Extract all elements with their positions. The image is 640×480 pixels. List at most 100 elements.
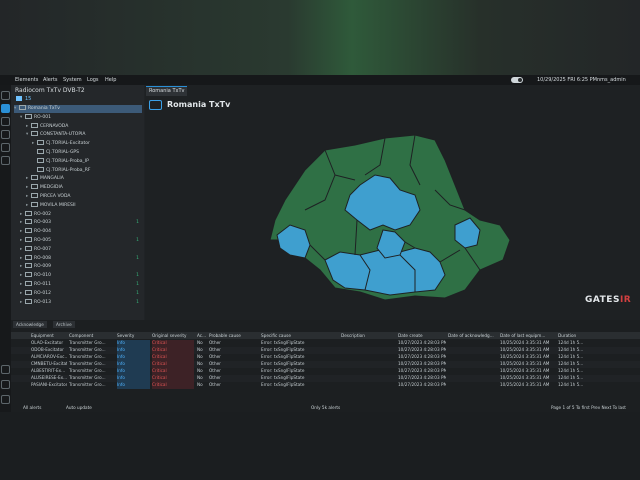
table-cell: PASIANI-Excitator [31, 382, 67, 387]
tree-item[interactable]: CJ.TORIAL-Proba_RF [32, 166, 142, 175]
column-header[interactable]: Date create [398, 332, 423, 339]
alerts-panel: Acknowledge Archive Equipment Component Se… [11, 320, 640, 412]
table-cell: Info [117, 382, 150, 389]
filter-icon[interactable] [1, 395, 10, 404]
home-icon[interactable] [1, 91, 10, 100]
menu-system[interactable]: System [63, 75, 82, 85]
table-row[interactable]: ALBESTIRIT-Ex... Transmitter Gro... Info Cr… [11, 368, 640, 375]
tree-item-alert-count: 1 [136, 290, 139, 296]
network-icon[interactable] [1, 130, 10, 139]
tree-item[interactable]: CJ.TORIAL-Proba_IP [32, 157, 142, 166]
tree-item[interactable]: ▸ RO-009 [20, 263, 142, 271]
table-cell: 10/27/2023 4:28:03 PM [398, 368, 446, 373]
column-header[interactable]: Ac... [197, 332, 206, 339]
table-row[interactable]: ALUSEIRESE-Ex... Transmitter Gro... Info Cr… [11, 375, 640, 382]
menu-help[interactable]: Help [105, 75, 116, 85]
tree-item[interactable]: ▾ Romania TxTv [14, 105, 142, 113]
tree-item[interactable]: ▸ CERNAVODA [26, 122, 142, 131]
tree-item[interactable]: ▸ RO-011 [20, 281, 142, 289]
menu-elements[interactable]: Elements [15, 75, 38, 85]
tree-item[interactable]: CJ.TORIAL-GPS [32, 149, 142, 157]
table-row[interactable]: OLAO-Excitator Transmitter Gro... Info Crit… [11, 340, 640, 347]
column-header[interactable]: Specific cause [261, 332, 291, 339]
column-header[interactable]: Component [69, 332, 93, 339]
column-header[interactable]: Probable cause [209, 332, 241, 339]
folder-icon [31, 184, 38, 190]
table-cell: Info [117, 375, 150, 382]
tree-item-label: PIRCEA VODA [40, 194, 71, 199]
tree-item[interactable]: ▸ MANGALIA [26, 175, 142, 183]
tree-item-label: RO-013 [34, 299, 52, 305]
folder-icon [25, 289, 32, 295]
column-header[interactable]: Date of last equipm... [500, 332, 545, 339]
acknowledge-button[interactable]: Acknowledge [13, 321, 47, 328]
tree-item-label: RO-008 [34, 255, 52, 261]
alerts-filter-select[interactable]: All alerts [23, 403, 41, 412]
table-cell: 124d 1h 5... [558, 354, 584, 359]
map-icon[interactable] [1, 117, 10, 126]
table-row[interactable]: ODOB-Excitator Transmitter Gro... Info Crit… [11, 347, 640, 354]
tree-item[interactable]: ▸ RO-007 [20, 245, 142, 254]
folder-icon [25, 237, 32, 242]
tree-item[interactable]: ▾ RO-001 [20, 113, 142, 122]
table-cell: No [197, 368, 203, 373]
table-cell: 124d 1h 5... [558, 382, 584, 387]
table-cell: Info [117, 368, 150, 375]
tree-item[interactable]: ▸ RO-004 [20, 228, 142, 236]
column-header[interactable]: Original severity [152, 332, 187, 339]
folder-icon [31, 122, 38, 128]
column-header[interactable]: Description [341, 332, 365, 339]
table-cell: Transmitter Gro... [69, 368, 106, 373]
column-header[interactable]: Severity [117, 332, 134, 339]
tree-item[interactable]: ▸ RO-008 [20, 254, 142, 263]
tree-item-label: CJ.TORIAL-Proba_RF [46, 167, 91, 173]
add-icon[interactable] [1, 143, 10, 152]
archive-button[interactable]: Archive [53, 321, 75, 328]
tree-title: Radiocom TxTv DVB-T2 [15, 87, 85, 94]
settings-icon[interactable] [1, 156, 10, 165]
auto-update-checkbox[interactable]: Auto update [66, 403, 92, 412]
tree-item-label: Romania TxTv [28, 106, 60, 111]
tree-item[interactable]: ▸ RO-013 [20, 298, 142, 307]
brand-logo: GATESIR [585, 295, 632, 305]
table-cell: 10/25/2024 3:35:31 AM [500, 347, 550, 352]
alerts-footer: All alerts Auto update Only 5k alerts Pa… [11, 403, 640, 412]
column-header[interactable]: Equipment [31, 332, 54, 339]
tree-item-label: CJ.TORIAL-Excitator [46, 141, 90, 147]
table-cell: Other [209, 347, 221, 352]
tree-item[interactable]: ▸ RO-005 [20, 237, 142, 245]
folder-icon [25, 228, 32, 234]
table-row[interactable]: PASIANI-Excitator Transmitter Gro... Info C… [11, 382, 640, 389]
tab-romania-txtv[interactable]: Romania TxTv [146, 86, 188, 96]
elements-icon[interactable] [1, 104, 10, 113]
column-header[interactable]: Duration [558, 332, 576, 339]
table-cell: Other [209, 354, 221, 359]
theme-toggle[interactable] [511, 77, 523, 83]
user-name[interactable]: nms_admin [597, 75, 626, 85]
tree-item[interactable]: ▸ RO-003 [20, 219, 142, 227]
table-cell: ALUSEIRESE-Ex... [31, 375, 67, 380]
tree-item[interactable]: ▸ MOVILA MIRESII [26, 201, 142, 210]
menu-alerts[interactable]: Alerts [43, 75, 58, 85]
bell-icon[interactable] [1, 365, 10, 374]
tree-item[interactable]: ▾ CONSTANTA-UTOPIA [26, 131, 142, 139]
monitor-icon [149, 100, 162, 110]
pagination[interactable]: Page 1 of 5 To first Prev Next To last [551, 403, 626, 412]
calendar-icon[interactable] [1, 380, 10, 389]
tree-item-alert-count: 1 [136, 255, 139, 261]
app-window: Elements Alerts System Logs Help 10/29/2… [0, 75, 640, 412]
folder-icon [25, 219, 32, 225]
table-cell: 10/27/2023 4:28:03 PM [398, 382, 446, 387]
tree-item[interactable]: ▸ CJ.TORIAL-Excitator [32, 140, 142, 148]
tree-item[interactable]: ▸ RO-012 [20, 289, 142, 298]
table-row[interactable]: CMNBETU-Excitat...Transmitter Gro... Info… [11, 361, 640, 368]
tree-item[interactable]: ▸ RO-010 [20, 272, 142, 280]
menu-logs[interactable]: Logs [87, 75, 99, 85]
tree-item[interactable]: ▸ MEDGIDIA [26, 184, 142, 192]
tree-item[interactable]: ▸ PIRCEA VODA [26, 193, 142, 201]
table-cell: ODOB-Excitator [31, 347, 64, 352]
table-cell: 10/25/2024 3:35:31 AM [500, 361, 550, 366]
tree-item[interactable]: ▸ RO-002 [20, 210, 142, 219]
column-header[interactable]: Date of acknowledg... [448, 332, 494, 339]
table-row[interactable]: ALMCIAROV-Exc... Transmitter Gro... Info Cr… [11, 354, 640, 361]
